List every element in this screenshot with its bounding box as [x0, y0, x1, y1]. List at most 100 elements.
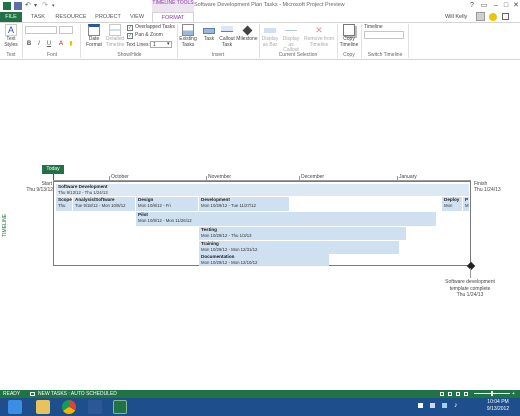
- tab-file[interactable]: FILE: [0, 12, 22, 22]
- timeline-bar-software-development[interactable]: Software Development Thu 9/13/12 - Thu 1…: [56, 184, 469, 196]
- timeline-bar-post[interactable]: P M: [463, 197, 469, 211]
- month-label: December: [301, 174, 325, 180]
- chrome-icon[interactable]: [62, 400, 76, 414]
- word-icon[interactable]: [88, 400, 102, 414]
- group-label-copy: Copy: [343, 52, 355, 58]
- file-explorer-icon[interactable]: [36, 400, 50, 414]
- milestone-name: Software development template complete: [445, 279, 495, 292]
- bar-dates: Mon 10/8/12 - Mon 11/26/12: [138, 217, 192, 223]
- remove-from-timeline-button[interactable]: ✕ Remove from Timeline: [302, 24, 336, 48]
- display-as-bar-button[interactable]: Display as Bar: [260, 24, 280, 48]
- bar-dates: Mon 10/29/12 - Mon 12/31/12: [201, 246, 258, 252]
- customize-qat-icon[interactable]: ▾: [52, 2, 60, 10]
- bar-dates: M: [465, 202, 469, 208]
- new-tasks-mode[interactable]: NEW TASKS : AUTO SCHEDULED: [38, 390, 117, 398]
- tab-project[interactable]: PROJECT: [92, 12, 124, 22]
- help-icon[interactable]: ?: [466, 1, 478, 10]
- timeline-side-label: TIMELINE: [2, 213, 8, 237]
- redo-icon[interactable]: ↷: [42, 2, 50, 10]
- gantt-view-icon[interactable]: [440, 392, 444, 396]
- chevron-down-icon[interactable]: ▾: [167, 41, 170, 48]
- milestone-label: Software development template complete T…: [430, 279, 510, 299]
- font-size-box[interactable]: [59, 26, 73, 34]
- callout-task-button[interactable]: Callout Task: [218, 24, 236, 48]
- remove-from-timeline-label: Remove from Timeline: [303, 36, 334, 48]
- milestone-icon: [242, 25, 252, 36]
- pan-zoom-checkbox[interactable]: ✓: [127, 33, 133, 39]
- team-planner-icon[interactable]: [456, 392, 460, 396]
- bar-dates: Mon: [444, 202, 453, 208]
- task-label: Task: [203, 36, 215, 42]
- date-format-button[interactable]: Date Format: [83, 24, 105, 48]
- timeline-bar-design[interactable]: Design Mon 10/8/12 - Fri: [136, 197, 198, 211]
- timeline-bar-testing[interactable]: Testing Mon 10/29/12 - Thu 1/3/13: [199, 227, 406, 240]
- tab-task[interactable]: TASK: [27, 12, 49, 22]
- tab-view[interactable]: VIEW: [127, 12, 147, 22]
- undo-dropdown-icon[interactable]: ▾: [34, 2, 42, 10]
- font-color-icon[interactable]: A: [57, 40, 65, 48]
- detailed-timeline-icon: [109, 24, 121, 36]
- italic-button[interactable]: I: [35, 40, 43, 48]
- tray-flag-icon[interactable]: [418, 403, 423, 408]
- close-icon[interactable]: ✕: [510, 1, 520, 10]
- tray-monitor-icon[interactable]: [430, 403, 435, 408]
- underline-button[interactable]: U: [45, 40, 53, 48]
- restore-icon[interactable]: [502, 13, 509, 20]
- timeline-bar-development[interactable]: Development Mon 10/29/12 - Tue 11/27/12: [199, 197, 289, 211]
- timeline-frame[interactable]: Software Development Thu 9/13/12 - Thu 1…: [53, 181, 471, 266]
- highlight-icon[interactable]: ▮: [67, 40, 75, 48]
- milestone-diamond[interactable]: [466, 261, 476, 271]
- font-name-box[interactable]: [25, 26, 57, 34]
- bar-dates: Mon 10/29/12 - Thu 1/3/13: [201, 232, 252, 238]
- display-callout-icon: [285, 26, 297, 31]
- month-label: November: [208, 174, 232, 180]
- timeline-bar-scope[interactable]: Scope Thu: [56, 197, 72, 211]
- timeline-bar-pilot[interactable]: Pilot Mon 10/8/12 - Mon 11/26/12: [136, 212, 436, 226]
- detailed-timeline-label: Detailed Timeline: [105, 36, 125, 48]
- group-label-insert: Insert: [211, 52, 225, 58]
- remove-icon: ✕: [315, 25, 323, 35]
- bar-dates: Tue 9/18/12 - Mon 10/8/12: [75, 202, 126, 208]
- timeline-bar-documentation[interactable]: Documentation Mon 10/29/12 - Mon 12/10/1…: [199, 254, 329, 266]
- avatar[interactable]: [476, 12, 485, 21]
- finish-date: Thu 1/24/13: [474, 187, 501, 193]
- display-as-callout-button[interactable]: Display as Callout: [280, 24, 302, 54]
- timeline-bar-analysis[interactable]: Analysis/Software Tue 9/18/12 - Mon 10/8…: [73, 197, 135, 211]
- detailed-timeline-button[interactable]: Detailed Timeline: [104, 24, 126, 48]
- date-format-label: Date Format: [86, 36, 102, 48]
- project-taskbar-icon[interactable]: [113, 400, 127, 414]
- text-styles-button[interactable]: A Text Styles: [2, 24, 20, 48]
- tray-volume-icon[interactable]: ♪: [454, 402, 458, 409]
- task-usage-icon[interactable]: [448, 392, 452, 396]
- zoom-in-icon[interactable]: +: [512, 390, 515, 398]
- undo-icon[interactable]: ↶: [25, 2, 33, 10]
- milestone-button[interactable]: Milestone: [236, 24, 258, 43]
- group-separator: [80, 24, 81, 58]
- tab-resource[interactable]: RESOURCE: [54, 12, 88, 22]
- bar-name: Deploy: [444, 197, 460, 202]
- user-name[interactable]: Will Kelly: [445, 12, 467, 22]
- taskbar-clock[interactable]: 10:04 PM 9/13/2012: [478, 399, 518, 413]
- internet-explorer-icon[interactable]: [8, 400, 22, 414]
- task-button[interactable]: Task: [201, 24, 217, 43]
- ribbon-display-icon[interactable]: ▭: [478, 1, 490, 10]
- bar-dates: Mon 10/8/12 - Fri: [138, 202, 171, 208]
- clock-date: 9/13/2012: [486, 406, 510, 412]
- copy-timeline-button[interactable]: Copy Timeline: [338, 24, 360, 48]
- overlapped-tasks-checkbox[interactable]: ✓: [127, 25, 133, 31]
- zoom-slider-thumb[interactable]: [491, 391, 493, 396]
- resource-sheet-icon[interactable]: [464, 392, 468, 396]
- overlapped-tasks-label: Overlapped Tasks: [135, 24, 175, 30]
- bold-button[interactable]: B: [25, 40, 33, 48]
- switch-timeline-select[interactable]: [364, 31, 404, 39]
- timeline-bar-training[interactable]: Training Mon 10/29/12 - Mon 12/31/12: [199, 241, 399, 254]
- tab-format[interactable]: FORMAT: [152, 12, 194, 22]
- group-separator: [408, 24, 409, 58]
- copy-icon: [343, 24, 355, 36]
- timeline-bar-deploy[interactable]: Deploy Mon: [442, 197, 462, 211]
- window-title: Software Development Plan Tasks - Micros…: [194, 2, 345, 8]
- existing-tasks-button[interactable]: Existing Tasks: [178, 24, 198, 48]
- smiley-feedback-icon[interactable]: [489, 13, 497, 21]
- tray-network-icon[interactable]: [442, 403, 447, 408]
- save-icon[interactable]: [14, 2, 22, 10]
